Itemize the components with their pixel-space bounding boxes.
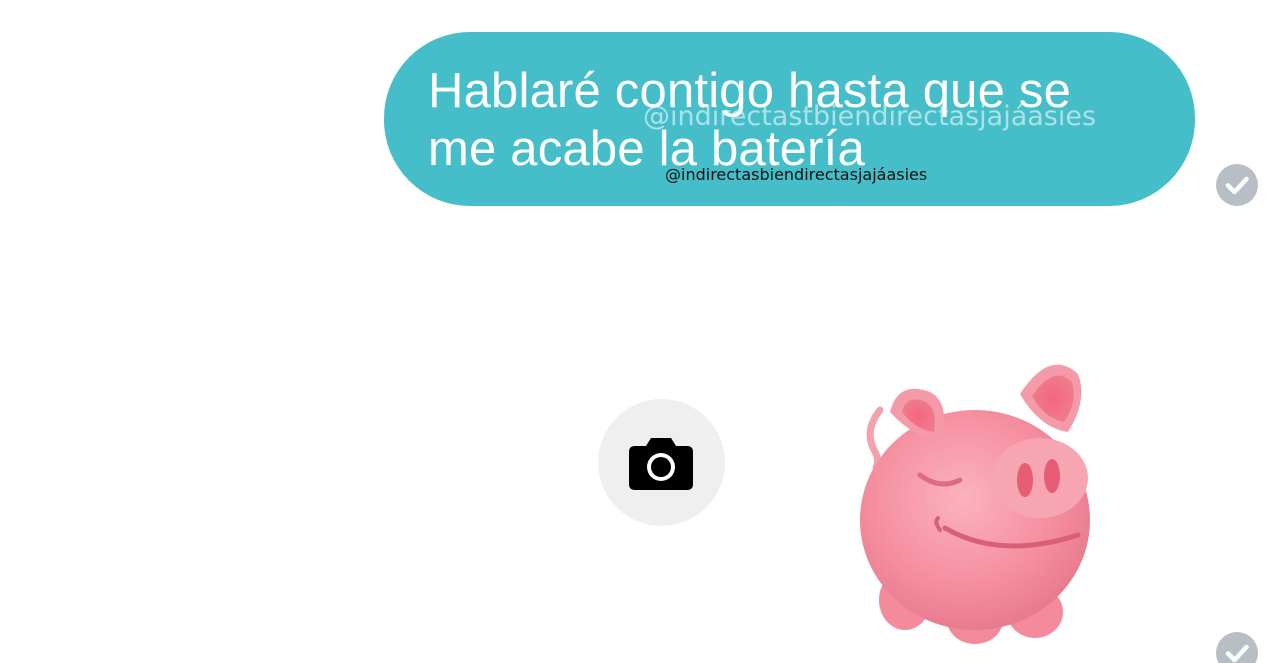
watermark-overlay: @indirectastbiendirectasjajáasies	[643, 101, 1097, 132]
check-circle-icon	[1216, 632, 1258, 663]
camera-icon	[629, 438, 693, 490]
check-circle-icon	[1216, 164, 1258, 206]
camera-button[interactable]	[598, 399, 725, 526]
pig-sticker-icon[interactable]	[850, 350, 1110, 650]
chat-view: Hablaré contigo hasta que se me acabe la…	[0, 0, 1280, 663]
watermark-caption: @indirectasbiendirectasjajáasies	[665, 165, 928, 184]
